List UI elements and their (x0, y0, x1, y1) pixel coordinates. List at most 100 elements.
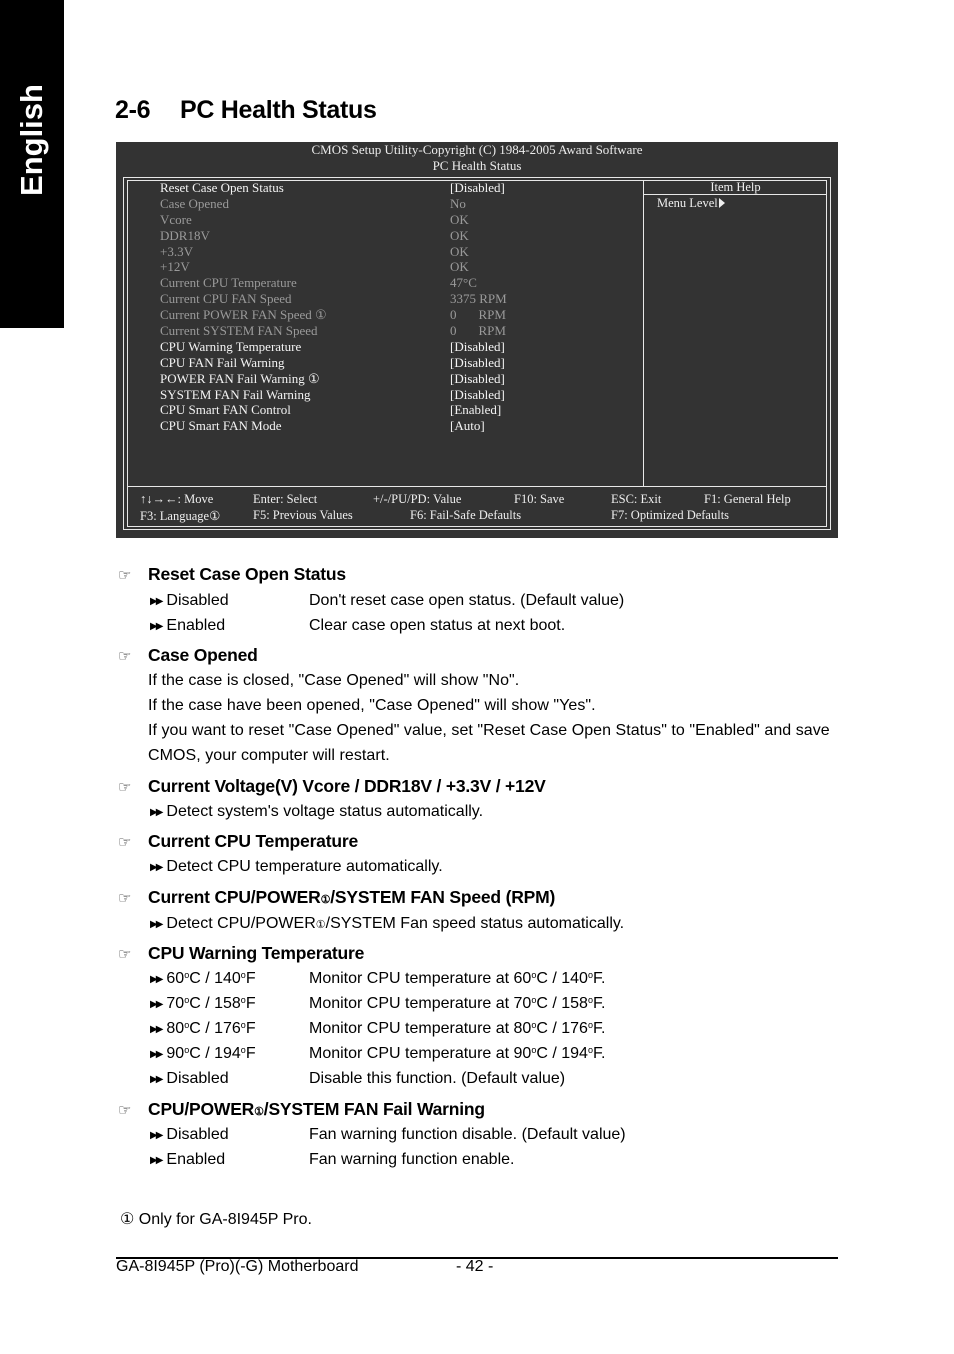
heading-current-voltage: ☞ Current Voltage(V) Vcore / DDR18V / +3.… (118, 776, 546, 797)
pointing-hand-icon: ☞ (118, 834, 132, 851)
row-value[interactable]: [Disabled] (450, 339, 505, 355)
double-arrow-icon: ▶▶ (150, 807, 163, 818)
option-name: 80oC / 176oF (166, 1020, 256, 1037)
fahrenheit-value: 176 (561, 1020, 588, 1037)
option-name: Enabled (166, 1151, 226, 1168)
option-name: 60oC / 140oF (166, 970, 256, 987)
option-desc: Monitor CPU temperature at 90oC / 194oF. (309, 1045, 606, 1062)
heading-text: CPU Warning Temperature (148, 943, 365, 963)
option-row: ▶▶ Disabled Disable this function. (Defaul… (150, 1070, 565, 1088)
desc-prefix: Monitor CPU temperature at (309, 1045, 514, 1062)
option-name: Disabled (166, 1070, 229, 1087)
bios-row-cpu-smart-fan-control[interactable]: CPU Smart FAN Control [Enabled] (160, 402, 630, 418)
row-value: OK (450, 259, 469, 275)
row-label: Current SYSTEM FAN Speed (160, 323, 318, 339)
heading-text: /SYSTEM FAN Speed (RPM) (330, 887, 556, 907)
heading-cpu-warning-temperature: ☞ CPU Warning Temperature (118, 943, 364, 964)
row-value: OK (450, 243, 469, 259)
menu-level-label: Menu Level (657, 196, 718, 210)
row-label: CPU FAN Fail Warning (160, 354, 285, 370)
row-value[interactable]: [Disabled] (450, 180, 505, 196)
paragraph-line: CMOS, your computer will restart. (148, 747, 390, 764)
option-desc: Fan warning function enable. (309, 1151, 515, 1168)
bios-row-system-fan-fail-warning[interactable]: SYSTEM FAN Fail Warning [Disabled] (160, 387, 630, 403)
option-name: 70oC / 158oF (166, 995, 256, 1012)
key-optimized-defaults: F7: Optimized Defaults (611, 508, 730, 522)
celsius-value: 60 (513, 970, 532, 987)
pointing-hand-icon: ☞ (118, 648, 132, 665)
row-value: 0 RPM (450, 323, 506, 339)
bios-menu-title: PC Health Status (432, 158, 522, 173)
heading-text: Current CPU/POWER (148, 887, 321, 907)
double-arrow-icon: ▶▶ (150, 862, 163, 873)
key-move: ↑↓→←: Move (140, 492, 214, 506)
row-label: Reset Case Open Status (160, 180, 284, 195)
celsius-value: 80 (513, 1020, 532, 1037)
option-row: ▶▶ Disabled Don't reset case open status. … (150, 592, 624, 610)
option-desc: Fan warning function disable. (Default v… (309, 1126, 626, 1143)
celsius-value: 60 (166, 970, 185, 987)
bios-row-cpu-smart-fan-mode[interactable]: CPU Smart FAN Mode [Auto] (160, 418, 630, 434)
row-value[interactable]: [Disabled] (450, 387, 505, 403)
double-arrow-icon: ▶▶ (150, 1155, 163, 1166)
key-save: F10: Save (514, 492, 565, 506)
double-arrow-icon: ▶▶ (150, 999, 163, 1010)
option-row: ▶▶ 70oC / 158oF Monitor CPU temperature at… (150, 995, 605, 1013)
heading-reset-case-open-status: ☞ Reset Case Open Status (118, 564, 346, 585)
bios-row-cpu-fan-speed: Current CPU FAN Speed 3375 RPM (160, 291, 630, 307)
bios-row-power-fan-fail-warning[interactable]: POWER FAN Fail Warning ① [Disabled] (160, 371, 630, 387)
row-value: No (450, 195, 466, 211)
row-label: Current POWER FAN Speed ① (160, 307, 327, 323)
bios-row-vcore: Vcore OK (160, 212, 630, 228)
row-label: Vcore (160, 211, 192, 227)
row-label: Case Opened (160, 195, 229, 211)
option-desc: /SYSTEM Fan speed status automatically. (325, 915, 625, 932)
key-exit: ESC: Exit (611, 492, 662, 506)
bios-row-3v3: +3.3V OK (160, 244, 630, 260)
row-value[interactable]: [Enabled] (450, 402, 501, 418)
celsius-value: 90 (166, 1045, 185, 1062)
footnote-text: Only for GA-8I945P Pro. (138, 1211, 312, 1228)
bios-divider-vertical (643, 180, 644, 486)
page-title: 2-6 PC Health Status (115, 96, 377, 125)
double-arrow-icon: ▶▶ (150, 621, 163, 632)
row-label: CPU Smart FAN Control (160, 402, 291, 418)
bios-row-cpu-temperature: Current CPU Temperature 47°C (160, 275, 630, 291)
heading-fan-speed: ☞ Current CPU/POWER①/SYSTEM FAN Speed (RP… (118, 887, 555, 908)
option-row: ▶▶ Detect system's voltage status automat… (150, 803, 483, 821)
bios-copyright-header: CMOS Setup Utility-Copyright (C) 1984-20… (311, 142, 643, 157)
bios-row-reset-case-open-status[interactable]: Reset Case Open Status [Disabled] (160, 180, 630, 196)
footer-product: GA-8I945P (Pro)(-G) Motherboard (116, 1258, 359, 1275)
row-value-number: 0 (450, 323, 457, 339)
footnote-mark: ① (120, 1211, 135, 1228)
option-name: 90oC / 194oF (166, 1045, 256, 1062)
footnote: ① Only for GA-8I945P Pro. (120, 1209, 312, 1229)
double-arrow-icon: ▶▶ (150, 1074, 163, 1085)
pointing-hand-icon: ☞ (118, 567, 132, 584)
option-row: ▶▶ Enabled Fan warning function enable. (150, 1151, 514, 1169)
bios-row-cpu-fan-fail-warning[interactable]: CPU FAN Fail Warning [Disabled] (160, 355, 630, 371)
row-label: CPU Warning Temperature (160, 338, 302, 354)
row-value[interactable]: [Auto] (450, 418, 485, 434)
bios-row-ddr18v: DDR18V OK (160, 228, 630, 244)
heading-text: Current Voltage(V) Vcore / DDR18V / +3.3… (148, 776, 546, 796)
fahrenheit-value: 158 (561, 995, 588, 1012)
bios-row-cpu-warning-temperature[interactable]: CPU Warning Temperature [Disabled] (160, 339, 630, 355)
bios-row-power-fan-speed: Current POWER FAN Speed ① 0 RPM (160, 307, 630, 323)
page-number: - 42 - (456, 1258, 494, 1275)
key-enter: Enter: Select (253, 492, 318, 506)
row-value[interactable]: [Disabled] (450, 355, 505, 371)
key-value: +/-/PU/PD: Value (373, 492, 462, 506)
pointing-hand-icon: ☞ (118, 1102, 132, 1119)
row-value[interactable]: [Disabled] (450, 371, 505, 387)
row-label: +12V (160, 259, 190, 275)
fahrenheit-value: 158 (214, 995, 241, 1012)
double-arrow-icon: ▶▶ (150, 1024, 163, 1035)
row-label: POWER FAN Fail Warning ① (160, 370, 320, 386)
option-desc: Monitor CPU temperature at 60oC / 140oF. (309, 970, 606, 987)
option-row: ▶▶ 80oC / 176oF Monitor CPU temperature at… (150, 1020, 605, 1038)
section-number: 2-6 (115, 96, 151, 124)
bios-divider-horizontal (127, 486, 827, 487)
celsius-value: 80 (166, 1020, 185, 1037)
bios-row-system-fan-speed: Current SYSTEM FAN Speed 0 RPM (160, 323, 630, 339)
